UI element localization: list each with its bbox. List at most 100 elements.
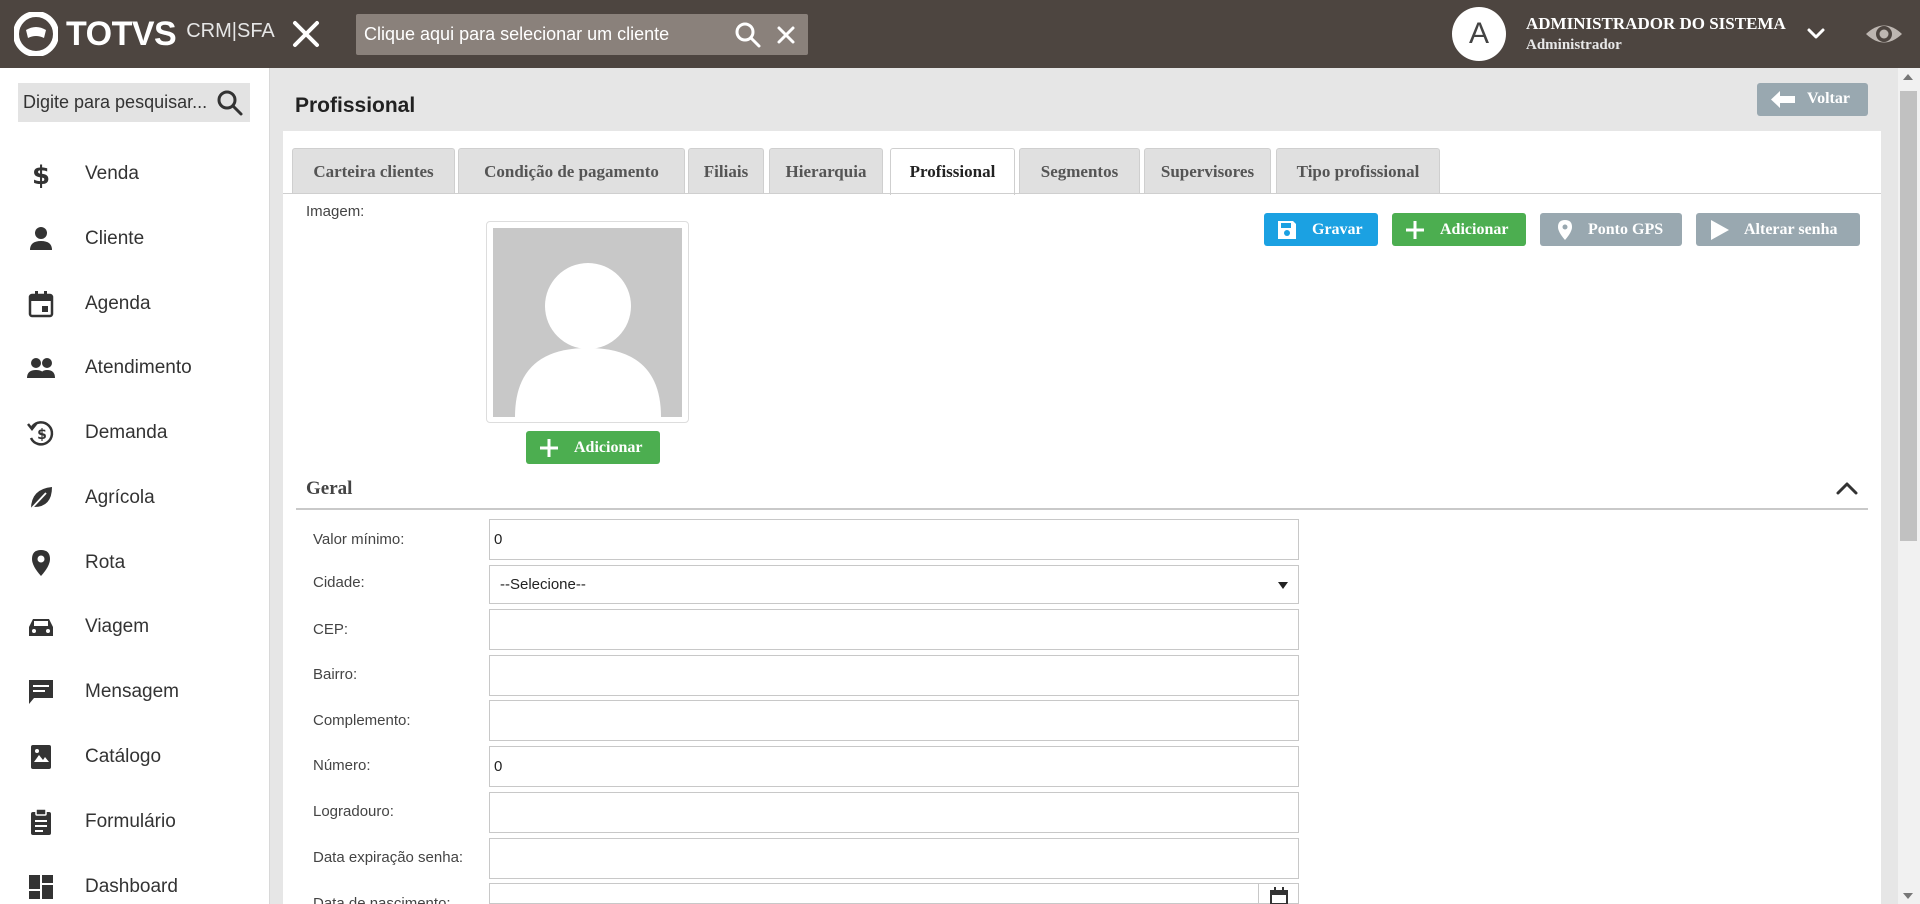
scroll-down-arrow-icon[interactable]: [1903, 893, 1913, 899]
back-button-label: Voltar: [1807, 90, 1850, 107]
city-select[interactable]: --Selecione--: [489, 565, 1299, 604]
tab-label: Carteira clientes: [313, 161, 434, 181]
sidebar-search-box[interactable]: [18, 83, 250, 122]
calendar-icon: [28, 291, 54, 318]
back-button[interactable]: Voltar: [1757, 83, 1868, 116]
sidebar-item-formulario[interactable]: Formulário: [0, 796, 270, 848]
sidebar-item-viagem[interactable]: Viagem: [0, 601, 270, 653]
save-button-label: Gravar: [1312, 221, 1363, 238]
tab-condicao-pagamento[interactable]: Condição de pagamento: [458, 148, 685, 194]
section-divider: [296, 508, 1868, 510]
min-value-input[interactable]: [489, 519, 1299, 560]
sidebar-search-input[interactable]: [23, 92, 218, 113]
sidebar-item-mensagem[interactable]: Mensagem: [0, 666, 270, 718]
bairro-input[interactable]: [489, 655, 1299, 696]
field-label: Data expiração senha:: [313, 849, 464, 866]
sidebar-item-label: Dashboard: [85, 876, 178, 897]
sidebar-item-label: Agrícola: [85, 487, 155, 508]
sidebar-item-cliente[interactable]: Cliente: [0, 213, 270, 265]
field-label: Número:: [313, 757, 371, 774]
complemento-input[interactable]: [489, 700, 1299, 741]
add-image-button[interactable]: Adicionar: [526, 431, 660, 464]
tab-segmentos[interactable]: Segmentos: [1019, 148, 1140, 194]
sidebar-item-agricola[interactable]: Agrícola: [0, 472, 270, 524]
tab-filiais[interactable]: Filiais: [688, 148, 764, 194]
message-icon: [29, 680, 53, 704]
change-password-label: Alterar senha: [1744, 221, 1838, 238]
chevron-up-icon[interactable]: [1834, 477, 1860, 499]
chevron-down-icon[interactable]: [1802, 20, 1830, 48]
arrow-left-icon: [1771, 91, 1795, 108]
map-pin-icon: [1558, 220, 1572, 240]
tab-hierarquia[interactable]: Hierarquia: [769, 148, 883, 194]
tab-label: Supervisores: [1160, 161, 1255, 181]
tabs-divider: [283, 193, 1881, 194]
totvs-logo[interactable]: TOTVS CRM|SFA: [14, 11, 275, 57]
user-name[interactable]: ADMINISTRADOR DO SISTEMA: [1526, 14, 1786, 34]
caret-down-icon: [1278, 582, 1288, 589]
top-bar: TOTVS CRM|SFA A ADMINISTRADOR DO SISTEMA…: [0, 0, 1920, 68]
add-image-label: Adicionar: [574, 439, 643, 456]
search-icon[interactable]: [216, 89, 244, 117]
sidebar-item-rota[interactable]: Rota: [0, 537, 270, 589]
clipboard-icon: [31, 808, 51, 835]
change-password-button[interactable]: Alterar senha: [1696, 213, 1860, 246]
brand-name: TOTVS: [66, 14, 177, 53]
field-label: CEP:: [313, 621, 349, 638]
numero-input[interactable]: [489, 746, 1299, 787]
sidebar: $ Venda Cliente Agenda: [0, 68, 270, 904]
tab-label: Hierarquia: [785, 161, 867, 181]
field-label: Data de nascimento:: [313, 895, 451, 904]
play-icon: [1711, 220, 1729, 240]
sidebar-item-label: Atendimento: [85, 357, 192, 378]
scroll-up-arrow-icon[interactable]: [1903, 74, 1913, 80]
eye-icon[interactable]: [1864, 15, 1904, 53]
sidebar-item-atendimento[interactable]: Atendimento: [0, 342, 270, 394]
avatar[interactable]: A: [1452, 7, 1506, 61]
gps-button[interactable]: Ponto GPS: [1540, 213, 1682, 246]
profile-image: [486, 221, 689, 423]
calendar-icon: [1270, 887, 1288, 904]
section-title: Geral: [306, 478, 353, 499]
clear-client-icon[interactable]: [772, 21, 800, 49]
add-button[interactable]: Adicionar: [1392, 213, 1526, 246]
search-icon[interactable]: [734, 21, 762, 49]
map-pin-icon: [32, 550, 50, 576]
tab-supervisores[interactable]: Supervisores: [1144, 148, 1271, 194]
tab-tipo-profissional[interactable]: Tipo profissional: [1276, 148, 1440, 194]
sidebar-item-venda[interactable]: $ Venda: [0, 148, 270, 200]
password-expiry-input[interactable]: [489, 838, 1299, 879]
logradouro-input[interactable]: [489, 792, 1299, 833]
plus-icon: [1406, 221, 1424, 239]
scrollbar-thumb[interactable]: [1900, 91, 1917, 541]
gps-button-label: Ponto GPS: [1588, 221, 1664, 238]
save-button[interactable]: Gravar: [1264, 213, 1378, 246]
tab-carteira-clientes[interactable]: Carteira clientes: [292, 148, 455, 194]
field-label: Cidade:: [313, 574, 365, 591]
calendar-button[interactable]: [1258, 884, 1298, 904]
sidebar-item-label: Rota: [85, 552, 126, 573]
dollar-icon: $: [32, 161, 50, 189]
svg-text:$: $: [37, 427, 47, 443]
totvs-logo-icon: [14, 12, 58, 56]
tab-profissional[interactable]: Profissional: [890, 148, 1015, 195]
client-search-box[interactable]: [356, 14, 808, 55]
field-label: Bairro:: [313, 666, 358, 683]
sidebar-item-label: Catálogo: [85, 746, 162, 767]
page-title: Profissional: [295, 94, 416, 117]
field-label: Logradouro:: [313, 803, 394, 820]
sidebar-item-demanda[interactable]: $ Demanda: [0, 407, 270, 459]
close-menu-icon[interactable]: [288, 16, 324, 52]
sidebar-item-label: Formulário: [85, 811, 176, 832]
client-search-input[interactable]: [364, 24, 734, 45]
sidebar-item-catalogo[interactable]: Catálogo: [0, 731, 270, 783]
birth-date-input[interactable]: [489, 883, 1299, 904]
sidebar-item-agenda[interactable]: Agenda: [0, 278, 270, 330]
dashboard-icon: [29, 875, 53, 899]
sidebar-item-dashboard[interactable]: Dashboard: [0, 861, 270, 904]
tab-label: Segmentos: [1040, 161, 1119, 181]
car-icon: [29, 619, 53, 636]
money-history-icon: $: [27, 421, 54, 446]
sidebar-item-label: Agenda: [85, 293, 151, 314]
cep-input[interactable]: [489, 609, 1299, 650]
